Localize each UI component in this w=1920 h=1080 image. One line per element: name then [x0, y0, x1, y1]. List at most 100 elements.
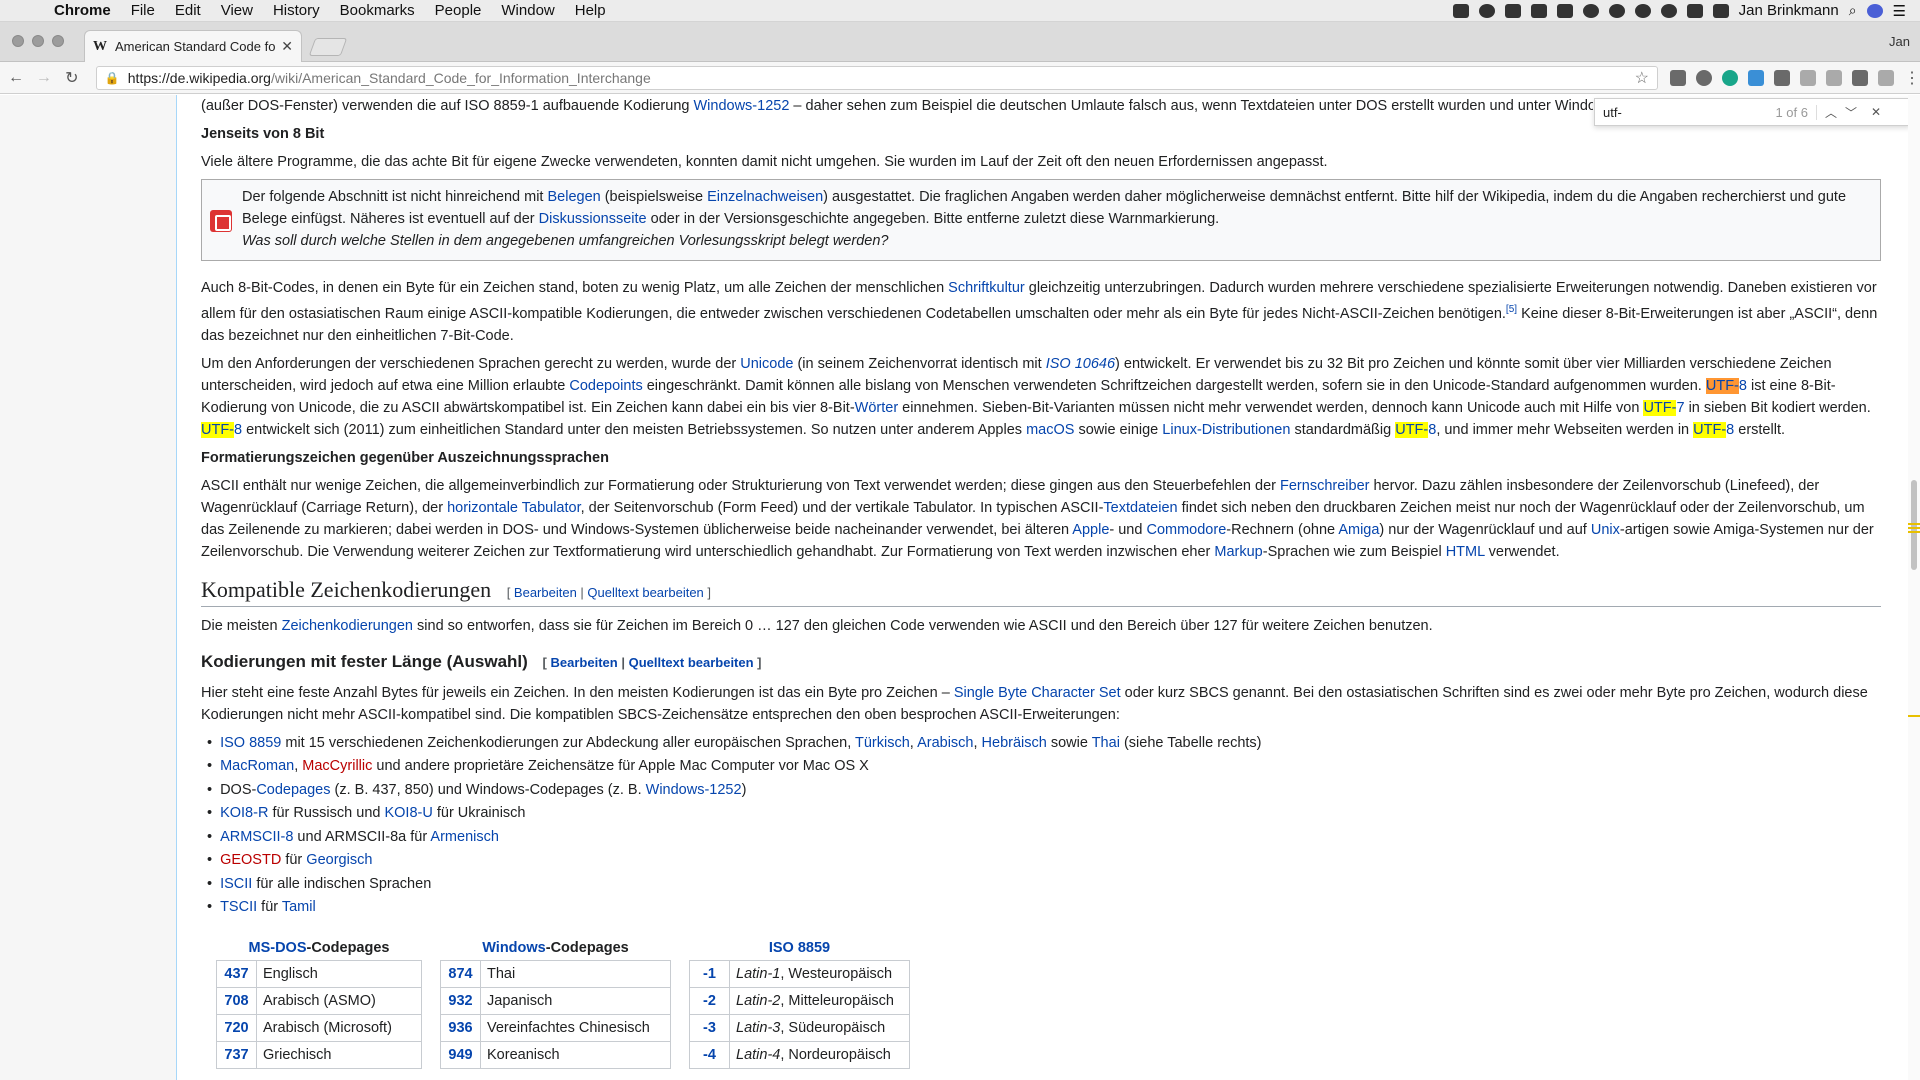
time-machine-icon[interactable] — [1660, 3, 1677, 18]
bookmark-star-icon[interactable]: ☆ — [1635, 68, 1649, 88]
codepage-number[interactable]: 437 — [216, 960, 257, 988]
link-html[interactable]: HTML — [1446, 544, 1485, 560]
menu-app[interactable]: Chrome — [44, 2, 121, 19]
link-arabisch[interactable]: Arabisch — [917, 735, 973, 751]
link-horizontale-tabulator[interactable]: horizontale Tabulator — [447, 500, 581, 516]
screen-extension-icon[interactable] — [1747, 69, 1764, 86]
link-einzelnachweisen[interactable]: Einzelnachweisen — [707, 189, 823, 205]
link-utf8[interactable]: UTF-8 — [1693, 421, 1734, 438]
bird-extension-icon[interactable] — [1851, 69, 1868, 86]
notification-center-icon[interactable]: ☰ — [1893, 2, 1906, 20]
reference-5[interactable]: [5] — [1506, 304, 1517, 315]
codepage-number[interactable]: 708 — [216, 987, 257, 1015]
reload-icon[interactable]: ↻ — [60, 68, 84, 88]
link-armscii-8[interactable]: ARMSCII-8 — [220, 829, 293, 845]
edit-source-link[interactable]: Quelltext bearbeiten — [629, 655, 754, 670]
scrollbar-thumb[interactable] — [1911, 480, 1917, 570]
link-utf8[interactable]: UTF-8 — [1395, 421, 1436, 438]
spotlight-icon[interactable]: ⌕ — [1849, 2, 1857, 19]
link-macroman[interactable]: MacRoman — [220, 758, 294, 774]
user-name[interactable]: Jan Brinkmann — [1739, 2, 1839, 19]
menu-file[interactable]: File — [121, 2, 165, 19]
codepage-number[interactable]: 936 — [440, 1014, 481, 1042]
zoom-window-button[interactable] — [52, 35, 64, 47]
minimize-window-button[interactable] — [32, 35, 44, 47]
volume-icon[interactable] — [1712, 3, 1729, 18]
codepage-number[interactable]: 720 — [216, 1014, 257, 1042]
iso-part-number[interactable]: -3 — [689, 1014, 730, 1042]
link-woerter[interactable]: Wörter — [855, 400, 899, 416]
link-windows-1252[interactable]: Windows-1252 — [646, 782, 742, 798]
link-belegen[interactable]: Belegen — [547, 189, 600, 205]
iso-part-number[interactable]: -4 — [689, 1041, 730, 1069]
link-markup[interactable]: Markup — [1214, 544, 1262, 560]
link-iso-8859[interactable]: ISO 8859 — [220, 735, 281, 751]
link-windows-1252[interactable]: Windows-1252 — [693, 98, 789, 114]
edit-link[interactable]: Bearbeiten — [551, 655, 618, 670]
codepage-number[interactable]: 949 — [440, 1041, 481, 1069]
mail-icon[interactable] — [1556, 3, 1573, 18]
camera-icon[interactable] — [1504, 3, 1521, 18]
back-arrow-icon[interactable]: ← — [4, 69, 28, 87]
tab-active[interactable]: W American Standard Code for In ✕ — [84, 30, 302, 62]
bluetooth-icon[interactable] — [1686, 3, 1703, 18]
iso-part-number[interactable]: -1 — [689, 960, 730, 988]
link-koi8-r[interactable]: KOI8-R — [220, 805, 268, 821]
link-windows[interactable]: Windows — [482, 940, 546, 956]
link-macos[interactable]: macOS — [1026, 422, 1074, 438]
link-tuerkisch[interactable]: Türkisch — [855, 735, 910, 751]
feather-icon[interactable] — [1608, 3, 1625, 18]
menu-history[interactable]: History — [263, 2, 330, 19]
buffer-extension-icon[interactable] — [1669, 69, 1686, 86]
info-extension-icon[interactable] — [1695, 69, 1712, 86]
link-codepoints[interactable]: Codepoints — [569, 378, 642, 394]
m-extension-icon[interactable] — [1721, 69, 1738, 86]
link-koi8-u[interactable]: KOI8-U — [384, 805, 432, 821]
scrollbar[interactable] — [1908, 95, 1920, 1080]
siri-icon[interactable] — [1866, 3, 1883, 18]
menu-edit[interactable]: Edit — [165, 2, 211, 19]
link-codepages[interactable]: Codepages — [256, 782, 330, 798]
link-ms-dos[interactable]: MS-DOS — [249, 940, 307, 956]
link-utf7[interactable]: UTF-7 — [1643, 399, 1685, 416]
link-tamil[interactable]: Tamil — [282, 899, 316, 915]
link-diskussionsseite[interactable]: Diskussionsseite — [539, 211, 647, 227]
link-iscii[interactable]: ISCII — [220, 876, 252, 892]
codepage-number[interactable]: 737 — [216, 1041, 257, 1069]
link-unicode[interactable]: Unicode — [740, 356, 793, 372]
edit-link[interactable]: Bearbeiten — [514, 585, 577, 600]
link-zeichenkodierungen[interactable]: Zeichenkodierungen — [282, 618, 413, 634]
link-iso-8859-caption[interactable]: ISO 8859 — [769, 940, 830, 956]
pen-extension-icon[interactable] — [1799, 69, 1816, 86]
link-sbcs[interactable]: Single Byte Character Set — [954, 685, 1121, 701]
link-textdateien[interactable]: Textdateien — [1103, 500, 1177, 516]
close-tab-icon[interactable]: ✕ — [281, 38, 293, 55]
ghost-icon[interactable] — [1634, 3, 1651, 18]
link-fernschreiber[interactable]: Fernschreiber — [1280, 478, 1369, 494]
link-schriftkultur[interactable]: Schriftkultur — [948, 280, 1025, 296]
codepage-number[interactable]: 874 — [440, 960, 481, 988]
menu-window[interactable]: Window — [491, 2, 564, 19]
edit-source-link[interactable]: Quelltext bearbeiten — [587, 585, 703, 600]
link-utf8[interactable]: UTF-8 — [201, 421, 242, 438]
shield-extension-icon[interactable] — [1825, 69, 1842, 86]
link-maccyrillic[interactable]: MacCyrillic — [302, 758, 372, 774]
iso-part-number[interactable]: -2 — [689, 987, 730, 1015]
link-armenisch[interactable]: Armenisch — [430, 829, 499, 845]
link-apple[interactable]: Apple — [1072, 522, 1109, 538]
link-hebraeisch[interactable]: Hebräisch — [982, 735, 1047, 751]
profile-button[interactable]: Jan — [1889, 34, 1910, 49]
close-window-button[interactable] — [12, 35, 24, 47]
link-linux-distributionen[interactable]: Linux-Distributionen — [1162, 422, 1290, 438]
link-iso-10646[interactable]: ISO 10646 — [1046, 356, 1115, 372]
codepage-number[interactable]: 932 — [440, 987, 481, 1015]
menu-bookmarks[interactable]: Bookmarks — [330, 2, 425, 19]
link-thai[interactable]: Thai — [1092, 735, 1120, 751]
link-unix[interactable]: Unix — [1591, 522, 1620, 538]
menu-view[interactable]: View — [211, 2, 263, 19]
evernote-extension-icon[interactable] — [1773, 69, 1790, 86]
chrome-menu-icon[interactable]: ⋮ — [1904, 68, 1920, 88]
link-commodore[interactable]: Commodore — [1146, 522, 1226, 538]
new-tab-button[interactable] — [308, 38, 348, 56]
menu-help[interactable]: Help — [565, 2, 616, 19]
